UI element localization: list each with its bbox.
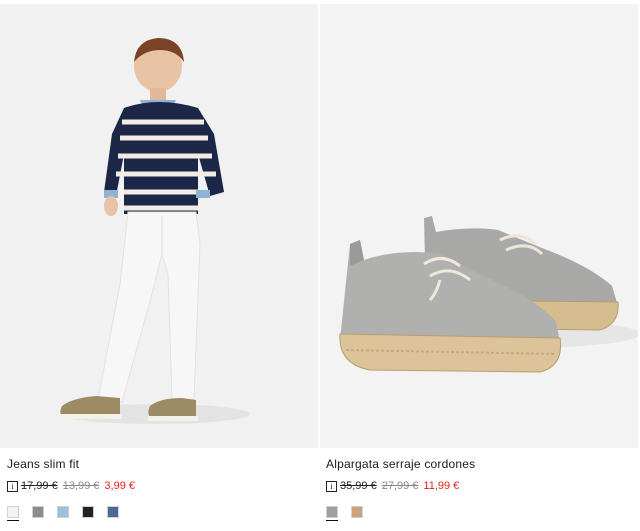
info-icon[interactable]: i [7, 480, 18, 492]
price-previous: 13,99 € [62, 480, 100, 492]
product-title[interactable]: Jeans slim fit [7, 457, 79, 471]
product-image-jeans[interactable] [0, 4, 318, 448]
price-original: 17,99 € [21, 480, 58, 492]
boy-in-white-jeans-illustration [0, 4, 318, 448]
product-card-espadrilles[interactable]: Alpargata serraje cordones i 35,99 € 27,… [320, 0, 638, 531]
color-swatch-light-blue[interactable] [57, 506, 69, 518]
color-swatch-denim-blue[interactable] [107, 506, 119, 518]
product-title[interactable]: Alpargata serraje cordones [326, 457, 475, 471]
price-sale: 3,99 € [104, 480, 135, 492]
color-swatch-black[interactable] [82, 506, 94, 518]
product-image-espadrilles[interactable] [320, 4, 638, 448]
price-previous: 27,99 € [381, 480, 419, 492]
color-swatches [7, 506, 119, 521]
price-sale: 11,99 € [423, 480, 460, 492]
color-swatch-sand[interactable] [351, 506, 363, 518]
grey-espadrille-shoes-illustration [320, 4, 638, 448]
product-grid: Jeans slim fit i 17,99 € 13,99 € 3,99 € [0, 0, 640, 531]
info-icon[interactable]: i [326, 480, 337, 492]
product-prices: i 17,99 € 13,99 € 3,99 € [7, 479, 135, 493]
price-original: 35,99 € [340, 480, 377, 492]
color-swatch-grey[interactable] [326, 506, 338, 521]
color-swatch-grey[interactable] [32, 506, 44, 518]
color-swatch-white[interactable] [7, 506, 19, 521]
color-swatches [326, 506, 363, 521]
product-card-jeans[interactable]: Jeans slim fit i 17,99 € 13,99 € 3,99 € [0, 0, 318, 531]
product-prices: i 35,99 € 27,99 € 11,99 € [326, 479, 459, 493]
